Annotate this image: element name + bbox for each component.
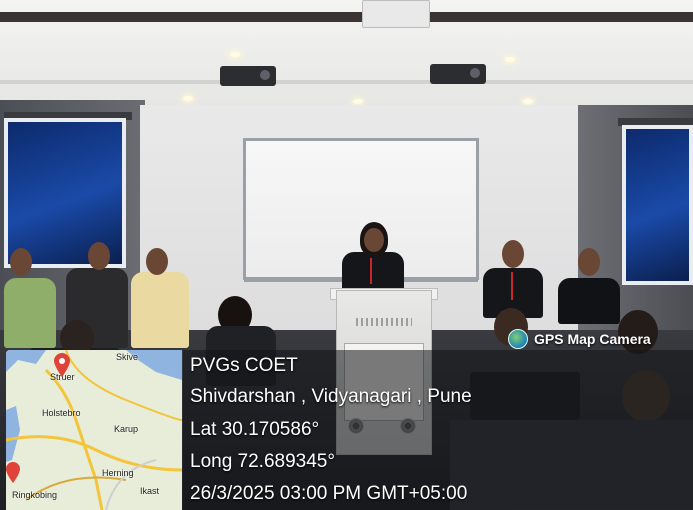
person — [4, 278, 56, 348]
address: Shivdarshan , Vidyanagari , Pune — [190, 386, 472, 407]
projection-screen-left — [4, 118, 126, 268]
podium-vent — [356, 318, 412, 326]
event-photo: Skive Struer Holstebro Karup Herning Ika… — [0, 0, 693, 510]
place-title: PVGs COET — [190, 355, 298, 376]
lanyard — [511, 272, 513, 300]
map-label-ikast: Ikast — [140, 486, 160, 496]
map-label-skive: Skive — [116, 352, 139, 362]
globe-icon — [508, 329, 528, 349]
projector — [220, 66, 276, 86]
person-head — [146, 248, 168, 275]
map-pin-icon — [54, 353, 70, 377]
map-pin-icon — [6, 462, 20, 483]
app-badge-label: GPS Map Camera — [534, 331, 651, 347]
map-label-ringkobing: Ringkobing — [12, 490, 58, 500]
map-label-holstebro: Holstebro — [42, 408, 81, 418]
ceiling-light — [353, 99, 363, 104]
person-head — [578, 248, 600, 276]
ceiling-edge — [0, 80, 693, 84]
ceiling-light — [505, 57, 515, 62]
projector — [430, 64, 486, 84]
person — [558, 278, 620, 324]
person — [131, 272, 189, 348]
datetime: 26/3/2025 03:00 PM GMT+05:00 — [190, 483, 468, 504]
ceiling-light — [183, 96, 193, 101]
person-head — [88, 242, 110, 270]
location-map: Skive Struer Holstebro Karup Herning Ika… — [6, 350, 182, 510]
longitude: Long 72.689345° — [190, 451, 335, 472]
ceiling-light — [523, 99, 533, 104]
person-head — [364, 228, 384, 252]
map-label-karup: Karup — [114, 424, 139, 434]
projection-screen-right — [622, 125, 693, 285]
ceiling-light — [230, 52, 240, 57]
lanyard — [370, 258, 372, 284]
person-head — [502, 240, 524, 268]
ceiling-beam — [0, 12, 693, 22]
projector-top — [362, 0, 430, 28]
map-label-herning: Herning — [102, 468, 134, 478]
person-head — [10, 248, 32, 276]
latitude: Lat 30.170586° — [190, 419, 320, 440]
gps-map-camera-badge: GPS Map Camera — [508, 327, 651, 351]
